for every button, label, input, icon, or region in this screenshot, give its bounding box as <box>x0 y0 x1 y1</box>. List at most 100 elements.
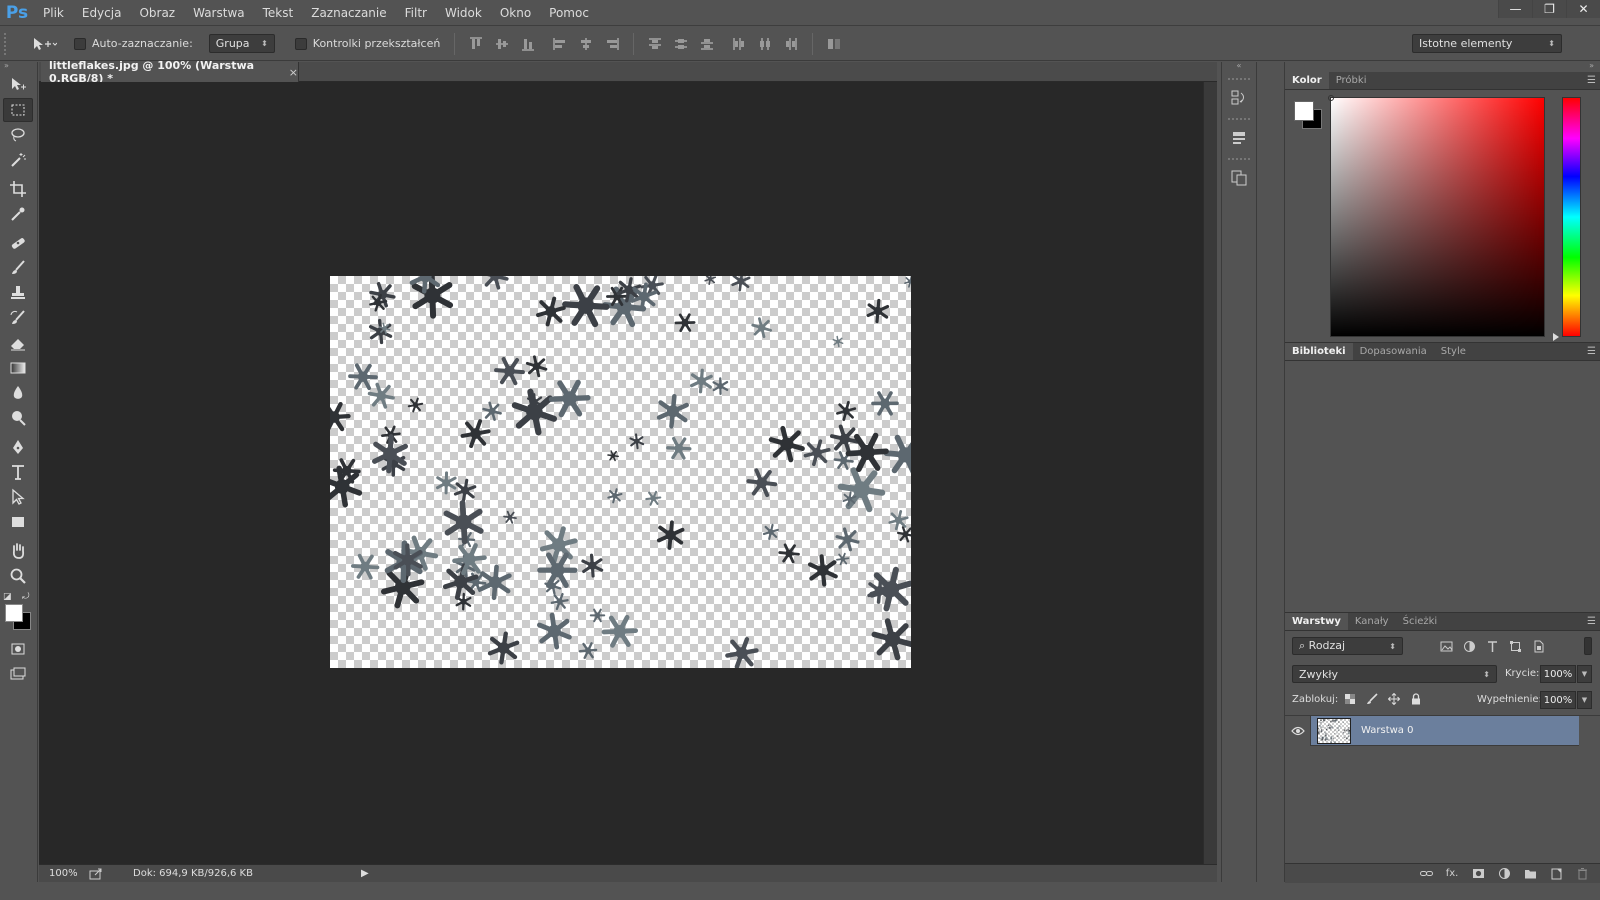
tool-preset-picker[interactable] <box>24 33 64 55</box>
menu-edycja[interactable]: Edycja <box>73 0 131 26</box>
menu-filtr[interactable]: Filtr <box>396 0 436 26</box>
auto-select-checkbox[interactable] <box>74 37 86 50</box>
filter-pixel-layers-icon[interactable] <box>1435 637 1458 655</box>
panel-menu-icon[interactable]: ☰ <box>1587 75 1596 86</box>
lock-position-icon[interactable] <box>1383 691 1405 707</box>
filter-adjustment-layers-icon[interactable] <box>1458 637 1481 655</box>
tab-probki[interactable]: Próbki <box>1329 72 1374 89</box>
minimize-button[interactable]: — <box>1498 0 1532 18</box>
align-right-edges-icon[interactable] <box>599 33 625 55</box>
brush-tool[interactable] <box>3 256 33 280</box>
menu-zaznaczanie[interactable]: Zaznaczanie <box>302 0 395 26</box>
default-colors-icon[interactable]: ◪ <box>3 592 12 602</box>
clone-source-panel-button[interactable] <box>1224 164 1254 192</box>
hand-tool[interactable] <box>3 539 33 563</box>
fill-input[interactable]: 100% <box>1540 691 1576 709</box>
layer-visibility-toggle[interactable] <box>1285 715 1311 746</box>
distribute-right-icon[interactable] <box>778 33 804 55</box>
filter-smart-objects-icon[interactable] <box>1527 637 1550 655</box>
properties-panel-button[interactable] <box>1224 124 1254 152</box>
lock-transparent-pixels-icon[interactable] <box>1339 691 1361 707</box>
tab-style[interactable]: Style <box>1434 343 1473 360</box>
distribute-vcenter-icon[interactable] <box>668 33 694 55</box>
close-tab-icon[interactable]: × <box>289 66 298 79</box>
canvas-workspace[interactable] <box>39 82 1203 864</box>
tab-kanaly[interactable]: Kanały <box>1348 613 1396 630</box>
color-picker-marker[interactable] <box>1328 95 1334 101</box>
tab-warstwy[interactable]: Warstwy <box>1285 613 1348 630</box>
restore-button[interactable]: ❐ <box>1532 0 1566 18</box>
filter-type-layers-icon[interactable] <box>1481 637 1504 655</box>
move-tool[interactable] <box>3 73 33 97</box>
workspace-switcher[interactable]: Istotne elementy ⬍ <box>1412 34 1562 53</box>
document-canvas[interactable] <box>330 276 911 668</box>
layer-kind-filter[interactable]: ⌕ Rodzaj ⬍ <box>1292 637 1403 655</box>
delete-layer-icon[interactable] <box>1569 867 1595 880</box>
gradient-tool[interactable] <box>3 356 33 380</box>
add-mask-icon[interactable] <box>1465 867 1491 880</box>
collapse-toolbar-icon[interactable]: » <box>0 62 37 72</box>
eraser-tool[interactable] <box>3 331 33 355</box>
align-top-edges-icon[interactable] <box>463 33 489 55</box>
dock-grip[interactable] <box>1228 78 1250 81</box>
marquee-tool[interactable] <box>3 98 33 122</box>
filter-shape-layers-icon[interactable] <box>1504 637 1527 655</box>
swap-colors-icon[interactable]: ⤾ <box>22 592 30 602</box>
quick-mask-button[interactable] <box>3 637 33 661</box>
menu-obraz[interactable]: Obraz <box>130 0 184 26</box>
layer-style-fx-icon[interactable]: fx. <box>1439 868 1465 879</box>
dock-grip[interactable] <box>1228 118 1250 121</box>
blend-mode-dropdown[interactable]: Zwykły ⬍ <box>1292 665 1497 683</box>
export-icon[interactable] <box>89 868 103 880</box>
lasso-tool[interactable] <box>3 123 33 147</box>
opacity-slider-arrow[interactable]: ▼ <box>1577 665 1592 683</box>
new-group-icon[interactable] <box>1517 867 1543 880</box>
menu-widok[interactable]: Widok <box>436 0 491 26</box>
type-tool[interactable] <box>3 460 33 484</box>
history-panel-button[interactable] <box>1224 84 1254 112</box>
auto-select-dropdown[interactable]: Grupa ⬍ <box>208 34 275 53</box>
lock-all-icon[interactable] <box>1405 691 1427 707</box>
status-menu-arrow[interactable]: ▶ <box>361 868 369 879</box>
clone-stamp-tool[interactable] <box>3 281 33 305</box>
options-bar-grip[interactable] <box>4 32 12 55</box>
foreground-color-chip[interactable] <box>1294 101 1314 121</box>
align-bottom-edges-icon[interactable] <box>515 33 541 55</box>
layer-name[interactable]: Warstwa 0 <box>1361 725 1413 736</box>
new-layer-icon[interactable] <box>1543 867 1569 880</box>
opacity-input[interactable]: 100% <box>1540 665 1576 683</box>
crop-tool[interactable] <box>3 177 33 201</box>
zoom-tool[interactable] <box>3 564 33 588</box>
foreground-color-swatch[interactable] <box>5 604 23 622</box>
history-brush-tool[interactable] <box>3 306 33 330</box>
dock-grip[interactable] <box>1228 158 1250 161</box>
distribute-hcenter-icon[interactable] <box>752 33 778 55</box>
fill-slider-arrow[interactable]: ▼ <box>1577 691 1592 709</box>
collapse-dock-icon[interactable]: « <box>1222 62 1256 72</box>
collapse-panels-icon[interactable]: » <box>1285 62 1600 72</box>
filter-toggle-switch[interactable] <box>1584 637 1592 655</box>
transform-controls-checkbox[interactable] <box>294 37 307 50</box>
tab-biblioteki[interactable]: Biblioteki <box>1285 343 1353 360</box>
menu-tekst[interactable]: Tekst <box>254 0 303 26</box>
zoom-level[interactable]: 100% <box>39 868 89 879</box>
color-saturation-field[interactable] <box>1330 97 1545 337</box>
distribute-bottom-icon[interactable] <box>694 33 720 55</box>
lock-image-pixels-icon[interactable] <box>1361 691 1383 707</box>
panel-menu-icon[interactable]: ☰ <box>1587 346 1596 357</box>
vertical-scrollbar[interactable] <box>1203 82 1217 864</box>
align-vertical-centers-icon[interactable] <box>489 33 515 55</box>
tab-kolor[interactable]: Kolor <box>1285 72 1329 89</box>
dodge-tool[interactable] <box>3 406 33 430</box>
layer-row[interactable]: Warstwa 0 <box>1285 715 1579 746</box>
link-layers-icon[interactable] <box>1413 867 1439 880</box>
menu-pomoc[interactable]: Pomoc <box>540 0 598 26</box>
blur-tool[interactable] <box>3 381 33 405</box>
healing-brush-tool[interactable] <box>3 231 33 255</box>
align-horizontal-centers-icon[interactable] <box>573 33 599 55</box>
path-selection-tool[interactable] <box>3 485 33 509</box>
distribute-left-icon[interactable] <box>726 33 752 55</box>
distribute-top-icon[interactable] <box>642 33 668 55</box>
pen-tool[interactable] <box>3 435 33 459</box>
panel-menu-icon[interactable]: ☰ <box>1587 616 1596 627</box>
